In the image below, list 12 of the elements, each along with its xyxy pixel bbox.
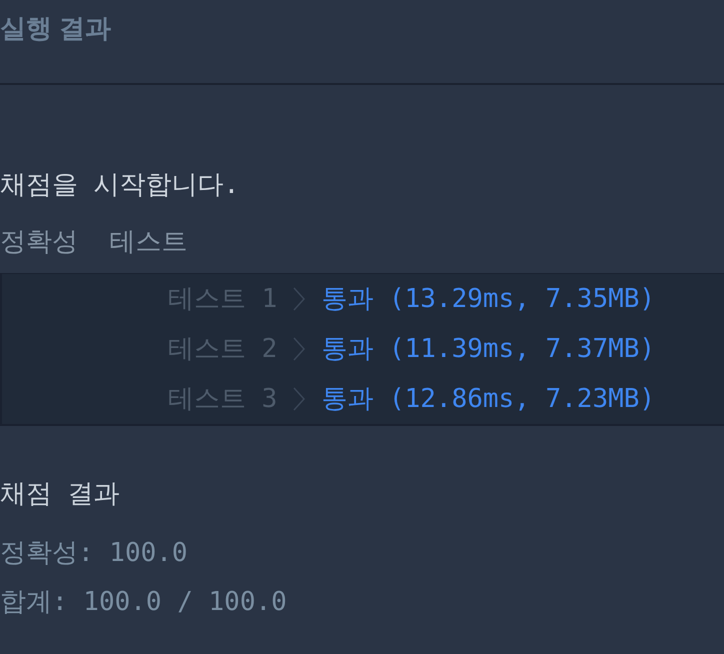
summary-line: 정확성: 100.0	[0, 537, 188, 570]
chevron-right-icon	[293, 337, 306, 361]
status-message: 채점을 시작합니다.	[0, 169, 240, 202]
panel-title: 실행 결과	[0, 12, 112, 45]
chevron-right-icon	[293, 387, 306, 411]
test-result: 통과 (12.86ms, 7.23MB)	[321, 383, 656, 416]
test-result: 통과 (11.39ms, 7.37MB)	[321, 333, 656, 366]
summary-heading: 채점 결과	[0, 478, 120, 511]
summary-line: 합계: 100.0 / 100.0	[0, 586, 287, 619]
test-result: 통과 (13.29ms, 7.35MB)	[321, 283, 656, 316]
section-heading: 정확성 테스트	[0, 226, 188, 259]
chevron-right-icon	[293, 287, 306, 311]
